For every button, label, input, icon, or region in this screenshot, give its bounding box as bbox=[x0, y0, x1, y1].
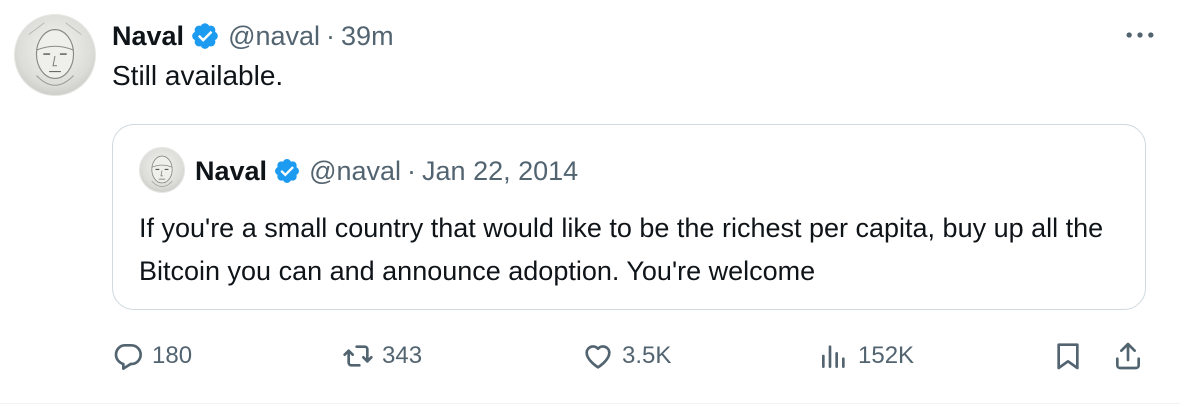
views-icon bbox=[822, 345, 845, 368]
ellipsis-icon bbox=[1126, 32, 1154, 38]
author-handle[interactable]: @naval bbox=[228, 21, 320, 52]
views-count: 152K bbox=[858, 342, 915, 369]
verified-badge-icon bbox=[190, 21, 220, 51]
quoted-tweet-text: If you're a small country that would lik… bbox=[139, 213, 1104, 286]
reply-icon bbox=[114, 344, 142, 370]
views-button[interactable]: 152K bbox=[818, 336, 914, 376]
sketched-face-avatar-icon bbox=[151, 155, 173, 188]
more-options-button[interactable] bbox=[1122, 20, 1158, 50]
quoted-tweet-card[interactable]: Naval @naval · Jan 22, 2014 If you're a … bbox=[112, 124, 1146, 310]
like-count: 3.5K bbox=[622, 342, 672, 369]
quoted-tweet-date[interactable]: Jan 22, 2014 bbox=[422, 156, 578, 187]
like-button[interactable]: 3.5K bbox=[582, 336, 671, 376]
sketched-face-avatar-icon bbox=[28, 22, 82, 86]
tweet-header: Naval @naval · 39m bbox=[112, 16, 394, 56]
tweet[interactable]: Naval @naval · 39m Still available. Nava… bbox=[0, 0, 1180, 404]
author-name[interactable]: Naval bbox=[112, 21, 184, 52]
retweet-icon bbox=[343, 345, 373, 367]
tweet-time[interactable]: 39m bbox=[341, 21, 394, 52]
heart-icon bbox=[585, 345, 611, 369]
bookmark-icon bbox=[1057, 343, 1079, 370]
quoted-author-avatar[interactable] bbox=[139, 147, 185, 193]
tweet-actions-bar: 180 343 3.5K 152K bbox=[0, 336, 1180, 376]
quoted-author-name[interactable]: Naval bbox=[195, 156, 267, 187]
reply-button[interactable]: 180 bbox=[112, 336, 192, 376]
verified-badge-icon bbox=[273, 157, 301, 185]
reply-count: 180 bbox=[152, 342, 193, 369]
separator-dot: · bbox=[326, 20, 336, 51]
retweet-button[interactable]: 343 bbox=[342, 336, 422, 376]
quoted-tweet-header: Naval @naval · Jan 22, 2014 bbox=[195, 153, 578, 189]
tweet-text: Still available. bbox=[112, 60, 284, 91]
quoted-author-handle[interactable]: @naval bbox=[309, 156, 401, 187]
bookmark-button[interactable] bbox=[1052, 336, 1092, 376]
separator-dot: · bbox=[407, 155, 417, 186]
share-button[interactable] bbox=[1112, 336, 1152, 376]
author-avatar[interactable] bbox=[14, 14, 96, 96]
retweet-count: 343 bbox=[382, 342, 423, 369]
share-icon bbox=[1116, 342, 1140, 370]
